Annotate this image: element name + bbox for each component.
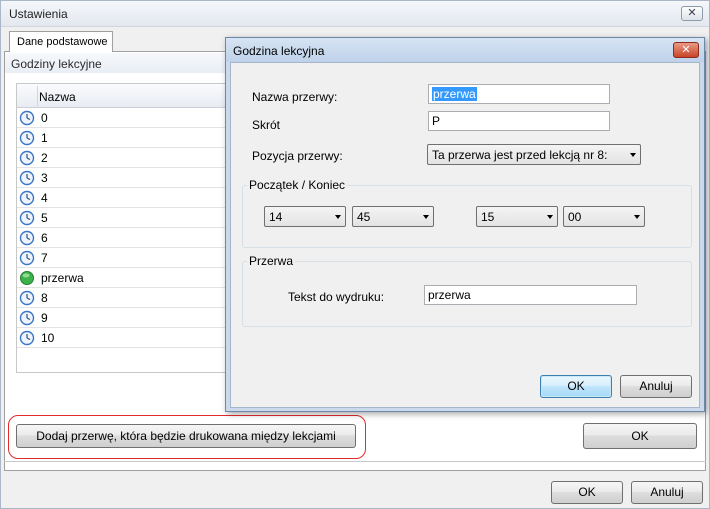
start-end-group-title: Początek / Koniec <box>247 178 348 192</box>
list-item-label: 0 <box>41 111 48 125</box>
panel-ok-button[interactable]: OK <box>583 423 697 449</box>
clock-icon <box>19 230 35 246</box>
end-minute-select[interactable]: 00 <box>563 206 645 227</box>
end-hour-select[interactable]: 15 <box>476 206 558 227</box>
start-minute-select[interactable]: 45 <box>352 206 434 227</box>
clock-icon <box>19 310 35 326</box>
window-title: Ustawienia <box>9 7 68 21</box>
list-item[interactable]: 7 <box>17 248 230 268</box>
list-item-label: 3 <box>41 171 48 185</box>
start-minute-value: 45 <box>357 210 371 224</box>
print-text-label: Tekst do wydruku: <box>288 290 385 304</box>
start-hour-value: 14 <box>269 210 283 224</box>
column-header-name[interactable]: Nazwa <box>39 90 76 104</box>
list-item-label: 7 <box>41 251 48 265</box>
position-label: Pozycja przerwy: <box>252 149 343 163</box>
chevron-down-icon <box>547 215 553 219</box>
list-item[interactable]: 1 <box>17 128 230 148</box>
column-separator <box>37 86 38 106</box>
clock-icon <box>19 170 35 186</box>
start-hour-select[interactable]: 14 <box>264 206 346 227</box>
break-position-select[interactable]: Ta przerwa jest przed lekcją nr 8: <box>427 144 641 165</box>
clock-icon <box>19 190 35 206</box>
list-item-label: 9 <box>41 311 48 325</box>
list-item-label: 1 <box>41 131 48 145</box>
close-icon[interactable]: ✕ <box>673 42 699 58</box>
list-item[interactable]: przerwa <box>17 268 230 288</box>
close-icon[interactable]: ✕ <box>681 6 703 21</box>
clock-icon <box>19 290 35 306</box>
green-circle-icon <box>20 271 34 285</box>
print-text-field[interactable]: przerwa <box>424 285 637 305</box>
break-name-label: Nazwa przerwy: <box>252 90 338 104</box>
clock-icon <box>19 250 35 266</box>
break-name-field[interactable]: przerwa <box>428 84 610 104</box>
list-item[interactable]: 0 <box>17 108 230 128</box>
clock-icon <box>19 150 35 166</box>
clock-icon <box>19 130 35 146</box>
list-item[interactable]: 5 <box>17 208 230 228</box>
dialog-cancel-button[interactable]: Anuluj <box>620 375 692 398</box>
dialog-ok-button[interactable]: OK <box>540 375 612 398</box>
list-item[interactable]: 9 <box>17 308 230 328</box>
clock-icon <box>19 330 35 346</box>
chevron-down-icon <box>630 153 636 157</box>
lesson-hour-dialog: Godzina lekcyjna ✕ Nazwa przerwy: przerw… <box>225 37 705 412</box>
list-item-label: 6 <box>41 231 48 245</box>
dialog-titlebar: Godzina lekcyjna ✕ <box>226 38 704 62</box>
list-item[interactable]: 2 <box>17 148 230 168</box>
add-break-button[interactable]: Dodaj przerwę, która będzie drukowana mi… <box>16 424 356 448</box>
list-item[interactable]: 10 <box>17 328 230 348</box>
divider <box>4 461 706 471</box>
list-item[interactable]: 6 <box>17 228 230 248</box>
clock-icon <box>19 210 35 226</box>
break-position-value: Ta przerwa jest przed lekcją nr 8: <box>432 148 608 162</box>
cancel-button[interactable]: Anuluj <box>631 481 703 504</box>
list-item-label: 10 <box>41 331 55 345</box>
list-item-label: 8 <box>41 291 48 305</box>
list-item[interactable]: 3 <box>17 168 230 188</box>
chevron-down-icon <box>634 215 640 219</box>
list-item[interactable]: 8 <box>17 288 230 308</box>
shortcut-field[interactable]: P <box>428 111 610 131</box>
list-item-label: 5 <box>41 211 48 225</box>
break-group-title: Przerwa <box>247 254 296 268</box>
list-item-label: 2 <box>41 151 48 165</box>
dialog-title: Godzina lekcyjna <box>233 44 325 58</box>
list-header[interactable]: Nazwa <box>17 84 230 108</box>
lesson-hours-list: Nazwa 0 1 2 3 4 5 6 7 przerwa 8 9 10 <box>16 83 231 373</box>
clock-icon <box>19 110 35 126</box>
chevron-down-icon <box>335 215 341 219</box>
list-item-label: 4 <box>41 191 48 205</box>
tab-basic-data[interactable]: Dane podstawowe <box>9 31 113 52</box>
list-item-label: przerwa <box>41 271 84 285</box>
break-name-value: przerwa <box>432 87 477 101</box>
chevron-down-icon <box>423 215 429 219</box>
dialog-body: Nazwa przerwy: przerwa Skrót P Pozycja p… <box>230 62 700 408</box>
list-item[interactable]: 4 <box>17 188 230 208</box>
section-title: Godziny lekcyjne <box>5 53 245 73</box>
settings-titlebar: Ustawienia ✕ <box>1 1 709 27</box>
ok-button[interactable]: OK <box>551 481 623 504</box>
end-hour-value: 15 <box>481 210 495 224</box>
shortcut-label: Skrót <box>252 118 281 132</box>
end-minute-value: 00 <box>568 210 582 224</box>
